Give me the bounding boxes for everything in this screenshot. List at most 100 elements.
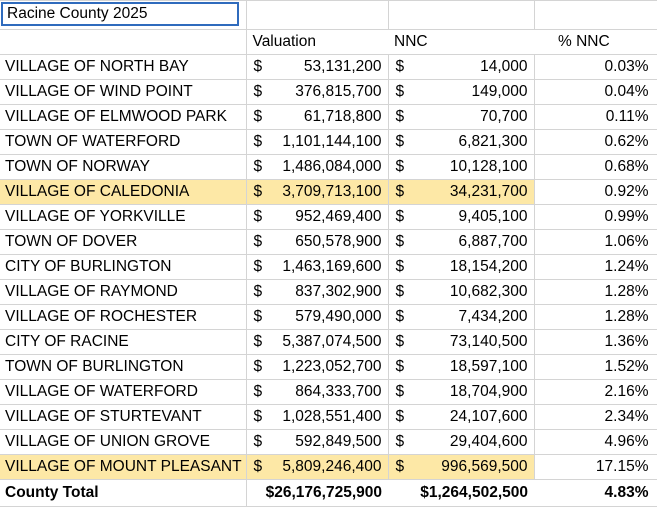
nnc-cell[interactable]: 9,405,100 [408,204,535,230]
nnc-cell[interactable]: 10,128,100 [408,154,535,180]
nnc-cell[interactable]: 29,404,600 [408,429,535,455]
total-pct-cell[interactable]: 4.83% [534,479,657,507]
valuation-currency-cell[interactable]: $ [246,454,266,480]
nnc-cell[interactable]: 6,821,300 [408,129,535,155]
municipality-cell[interactable]: VILLAGE OF STURTEVANT [0,404,247,430]
valuation-cell[interactable]: 5,809,246,400 [266,454,389,480]
header-nnc[interactable]: NNC [388,29,534,55]
total-nnc-cell[interactable]: $1,264,502,500 [388,479,534,507]
cell-empty[interactable] [246,0,266,30]
pct-nnc-cell[interactable]: 0.99% [534,204,657,230]
pct-nnc-cell[interactable]: 0.92% [534,179,657,205]
municipality-cell[interactable]: CITY OF BURLINGTON [0,254,247,280]
nnc-currency-cell[interactable]: $ [388,454,408,480]
nnc-cell[interactable]: 24,107,600 [408,404,535,430]
valuation-currency-cell[interactable]: $ [246,104,266,130]
nnc-currency-cell[interactable]: $ [388,354,408,380]
pct-nnc-cell[interactable]: 0.04% [534,79,657,105]
valuation-currency-cell[interactable]: $ [246,154,266,180]
pct-nnc-cell[interactable]: 1.28% [534,279,657,305]
cell-empty[interactable] [0,29,247,55]
municipality-cell[interactable]: VILLAGE OF ELMWOOD PARK [0,104,247,130]
valuation-cell[interactable]: 61,718,800 [266,104,389,130]
municipality-cell[interactable]: VILLAGE OF NORTH BAY [0,54,247,80]
valuation-cell[interactable]: 1,223,052,700 [266,354,389,380]
nnc-cell[interactable]: 14,000 [408,54,535,80]
total-label-cell[interactable]: County Total [0,479,247,507]
nnc-currency-cell[interactable]: $ [388,254,408,280]
nnc-cell[interactable]: 70,700 [408,104,535,130]
nnc-currency-cell[interactable]: $ [388,79,408,105]
valuation-currency-cell[interactable]: $ [246,54,266,80]
pct-nnc-cell[interactable]: 1.06% [534,229,657,255]
municipality-cell[interactable]: TOWN OF NORWAY [0,154,247,180]
nnc-currency-cell[interactable]: $ [388,129,408,155]
nnc-cell[interactable]: 18,597,100 [408,354,535,380]
municipality-cell[interactable]: TOWN OF DOVER [0,229,247,255]
pct-nnc-cell[interactable]: 1.24% [534,254,657,280]
valuation-cell[interactable]: 53,131,200 [266,54,389,80]
nnc-currency-cell[interactable]: $ [388,404,408,430]
valuation-currency-cell[interactable]: $ [246,429,266,455]
valuation-currency-cell[interactable]: $ [246,129,266,155]
pct-nnc-cell[interactable]: 0.62% [534,129,657,155]
valuation-cell[interactable]: 376,815,700 [266,79,389,105]
nnc-currency-cell[interactable]: $ [388,154,408,180]
municipality-cell[interactable]: VILLAGE OF RAYMOND [0,279,247,305]
municipality-cell[interactable]: VILLAGE OF UNION GROVE [0,429,247,455]
valuation-cell[interactable]: 1,028,551,400 [266,404,389,430]
nnc-cell[interactable]: 6,887,700 [408,229,535,255]
valuation-currency-cell[interactable]: $ [246,354,266,380]
valuation-cell[interactable]: 864,333,700 [266,379,389,405]
cell-empty[interactable] [408,0,535,30]
total-valuation-cell[interactable]: $26,176,725,900 [246,479,388,507]
valuation-currency-cell[interactable]: $ [246,329,266,355]
nnc-currency-cell[interactable]: $ [388,54,408,80]
pct-nnc-cell[interactable]: 0.03% [534,54,657,80]
nnc-cell[interactable]: 34,231,700 [408,179,535,205]
nnc-cell[interactable]: 18,704,900 [408,379,535,405]
municipality-cell[interactable]: VILLAGE OF MOUNT PLEASANT [0,454,247,480]
selected-cell-title[interactable]: Racine County 2025 [1,2,239,26]
nnc-currency-cell[interactable]: $ [388,379,408,405]
valuation-currency-cell[interactable]: $ [246,404,266,430]
municipality-cell[interactable]: VILLAGE OF YORKVILLE [0,204,247,230]
valuation-currency-cell[interactable]: $ [246,279,266,305]
nnc-currency-cell[interactable]: $ [388,179,408,205]
cell-empty[interactable] [388,0,408,30]
valuation-currency-cell[interactable]: $ [246,379,266,405]
valuation-currency-cell[interactable]: $ [246,229,266,255]
municipality-cell[interactable]: TOWN OF WATERFORD [0,129,247,155]
municipality-cell[interactable]: CITY OF RACINE [0,329,247,355]
pct-nnc-cell[interactable]: 0.11% [534,104,657,130]
pct-nnc-cell[interactable]: 4.96% [534,429,657,455]
nnc-currency-cell[interactable]: $ [388,279,408,305]
cell-empty[interactable] [266,0,389,30]
nnc-cell[interactable]: 73,140,500 [408,329,535,355]
nnc-currency-cell[interactable]: $ [388,329,408,355]
municipality-cell[interactable]: VILLAGE OF CALEDONIA [0,179,247,205]
valuation-cell[interactable]: 3,709,713,100 [266,179,389,205]
nnc-currency-cell[interactable]: $ [388,204,408,230]
valuation-cell[interactable]: 837,302,900 [266,279,389,305]
cell-empty[interactable] [534,0,657,30]
header-valuation[interactable]: Valuation [246,29,388,55]
municipality-cell[interactable]: VILLAGE OF WIND POINT [0,79,247,105]
nnc-cell[interactable]: 7,434,200 [408,304,535,330]
valuation-currency-cell[interactable]: $ [246,204,266,230]
valuation-cell[interactable]: 952,469,400 [266,204,389,230]
pct-nnc-cell[interactable]: 2.34% [534,404,657,430]
valuation-currency-cell[interactable]: $ [246,254,266,280]
municipality-cell[interactable]: VILLAGE OF WATERFORD [0,379,247,405]
nnc-cell[interactable]: 149,000 [408,79,535,105]
valuation-cell[interactable]: 1,463,169,600 [266,254,389,280]
pct-nnc-cell[interactable]: 0.68% [534,154,657,180]
pct-nnc-cell[interactable]: 1.52% [534,354,657,380]
pct-nnc-cell[interactable]: 1.28% [534,304,657,330]
nnc-currency-cell[interactable]: $ [388,304,408,330]
valuation-currency-cell[interactable]: $ [246,304,266,330]
valuation-cell[interactable]: 650,578,900 [266,229,389,255]
valuation-cell[interactable]: 592,849,500 [266,429,389,455]
valuation-cell[interactable]: 579,490,000 [266,304,389,330]
municipality-cell[interactable]: VILLAGE OF ROCHESTER [0,304,247,330]
